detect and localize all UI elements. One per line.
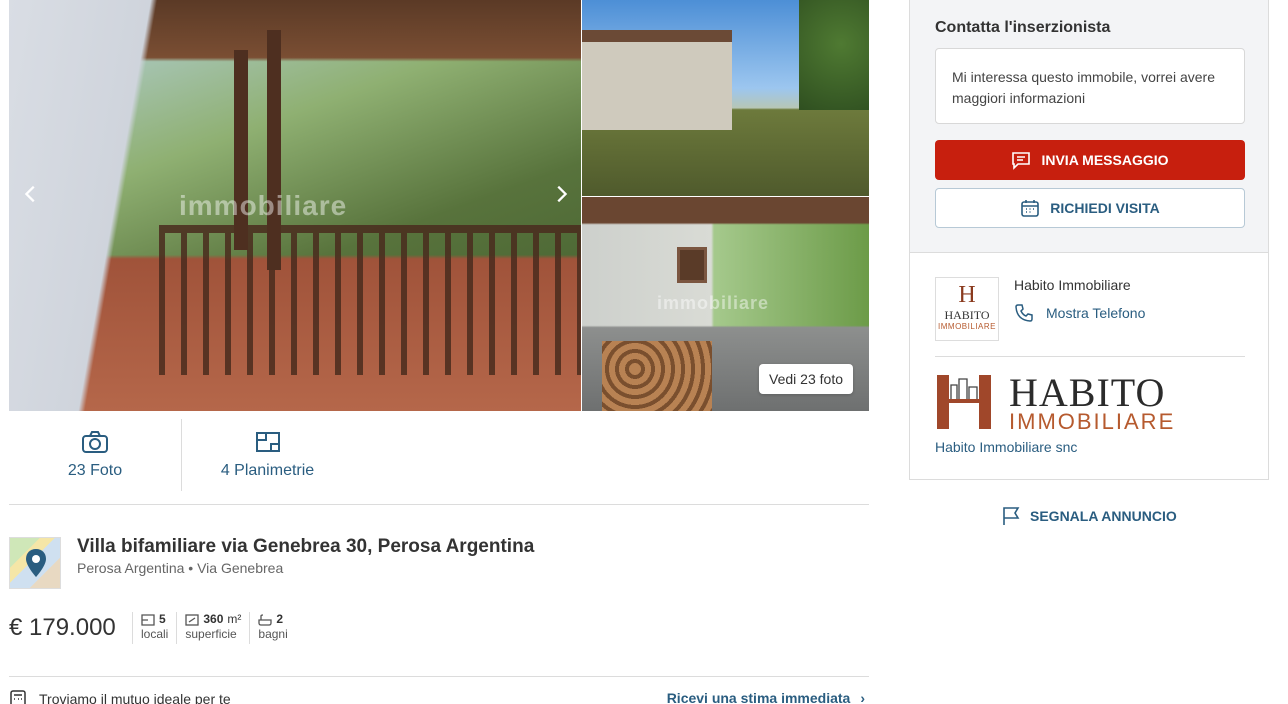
location-separator: • [188, 560, 198, 576]
mortgage-link-label: Ricevi una stima immediata [666, 690, 851, 704]
feature-label: superficie [185, 627, 237, 641]
floorplans-tab[interactable]: 4 Planimetrie [181, 419, 353, 491]
feature-rooms: 5 locali [132, 612, 176, 644]
railing-decoration [159, 225, 581, 375]
location-city: Perosa Argentina [77, 560, 185, 576]
feature-unit: m² [227, 612, 242, 626]
divider [9, 676, 869, 677]
listing-title: Villa bifamiliare via Genebrea 30, Peros… [77, 536, 535, 557]
message-field[interactable]: Mi interessa questo immobile, vorrei ave… [935, 48, 1245, 124]
show-phone-label: Mostra Telefono [1046, 305, 1146, 321]
feature-value: 2 [276, 612, 284, 626]
area-icon [185, 613, 200, 626]
contact-panel: Contatta l'inserzionista Mi interessa qu… [909, 0, 1269, 253]
next-photo-button[interactable] [547, 182, 575, 210]
calculator-icon [10, 690, 26, 704]
watermark: immobiliare [657, 293, 770, 313]
agency-name: Habito Immobiliare [1014, 277, 1131, 293]
bath-icon [258, 613, 273, 626]
agency-logo-mark: H [958, 282, 976, 308]
mortgage-info: Troviamo il mutuo ideale per te [9, 690, 231, 704]
watermark: immobiliare [179, 190, 348, 221]
photos-tab-label: 23 Foto [67, 462, 123, 479]
tree-decoration [799, 0, 869, 110]
secondary-photo[interactable] [582, 0, 869, 196]
feature-label: bagni [258, 627, 288, 641]
camera-icon [82, 431, 108, 453]
report-listing-label: SEGNALA ANNUNCIO [1030, 508, 1177, 524]
agency-full-name-link[interactable]: Habito Immobiliare snc [935, 439, 1077, 455]
show-phone-button[interactable]: Mostra Telefono [1014, 303, 1145, 323]
divider [935, 356, 1245, 357]
house-decoration [582, 30, 732, 130]
agency-logo-word2: IMMOBILIARE [938, 322, 996, 331]
chevron-left-icon [24, 185, 35, 203]
woodpile-decoration [602, 341, 712, 411]
flag-icon [1003, 507, 1020, 525]
chevron-right-icon [557, 185, 568, 203]
location-street: Via Genebrea [197, 560, 284, 576]
floorplans-tab-label: 4 Planimetrie [220, 462, 315, 479]
listing-price: € 179.000 [9, 614, 116, 641]
agency-logo[interactable]: H HABITO IMMOBILIARE [935, 277, 999, 341]
mortgage-text: Troviamo il mutuo ideale per te [39, 691, 231, 704]
feature-bathrooms: 2 bagni [249, 612, 295, 644]
floorplan-icon [255, 432, 280, 452]
rooms-icon [141, 613, 155, 626]
feature-value: 5 [159, 612, 166, 626]
feature-area: 360 m² superficie [176, 612, 249, 644]
agency-logo-mark-icon [937, 375, 991, 429]
listing-location: Perosa Argentina • Via Genebrea [77, 560, 283, 576]
feature-value: 360 [203, 612, 224, 626]
agency-panel: H HABITO IMMOBILIARE Habito Immobiliare … [909, 253, 1269, 480]
media-tabs: 23 Foto 4 Planimetrie [9, 419, 869, 505]
send-message-label: INVIA MESSAGGIO [1041, 152, 1169, 168]
chevron-right-icon: › [860, 690, 865, 704]
agency-big-logo: HABITO IMMOBILIARE [935, 370, 1176, 434]
feature-list: 5 locali 360 m² superficie 2 bagni [132, 612, 296, 644]
send-message-button[interactable]: INVIA MESSAGGIO [935, 140, 1245, 180]
request-visit-button[interactable]: RICHIEDI VISITA [935, 188, 1245, 228]
agency-logo-word2: IMMOBILIARE [1009, 409, 1176, 434]
listing-page: immobiliare immobiliare Vedi 23 foto 23 … [0, 0, 1288, 704]
agency-logo-word1: HABITO [944, 308, 990, 322]
feature-label: locali [141, 627, 169, 641]
map-pin-icon [26, 549, 46, 577]
report-listing-button[interactable]: SEGNALA ANNUNCIO [1002, 506, 1177, 526]
mortgage-estimate-link[interactable]: Ricevi una stima immediata › [667, 690, 865, 704]
phone-icon [1015, 304, 1033, 322]
request-visit-label: RICHIEDI VISITA [1050, 200, 1160, 216]
previous-photo-button[interactable] [17, 182, 45, 210]
post-decoration [267, 30, 281, 270]
photos-tab[interactable]: 23 Foto [9, 419, 181, 491]
message-icon [1012, 152, 1031, 170]
contact-title: Contatta l'inserzionista [935, 19, 1111, 36]
map-thumbnail[interactable] [9, 537, 61, 589]
calendar-icon [1021, 200, 1040, 217]
photo-gallery[interactable]: immobiliare immobiliare Vedi 23 foto [9, 0, 869, 411]
see-all-photos-button[interactable]: Vedi 23 foto [759, 364, 853, 394]
main-photo[interactable]: immobiliare [9, 0, 581, 411]
mortgage-row: Troviamo il mutuo ideale per te Ricevi u… [9, 690, 869, 704]
window-decoration [677, 247, 707, 283]
